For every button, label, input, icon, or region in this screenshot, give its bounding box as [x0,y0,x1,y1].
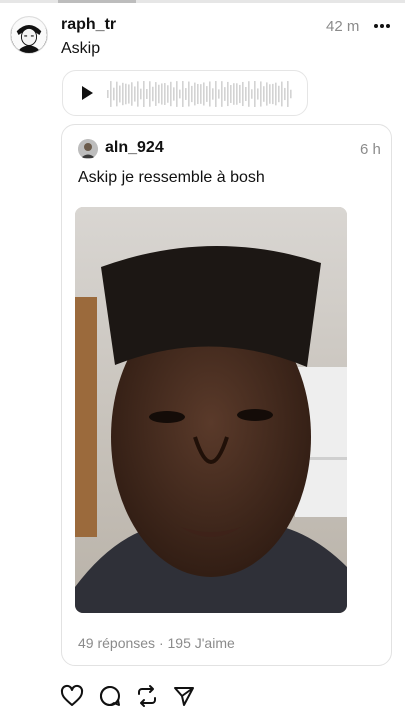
avatar-icon [11,17,47,53]
waveform-bar [230,85,232,103]
quoted-photo[interactable] [75,207,347,613]
waveform-bar [122,82,124,106]
quoted-stats[interactable]: 49 réponses · 195 J'aime [78,635,235,651]
waveform-bar [284,87,286,101]
waveform-bar [173,87,175,101]
audio-player[interactable] [62,70,308,116]
quoted-username[interactable]: aln_924 [105,139,164,157]
waveform-bar [185,88,187,100]
waveform-bar [188,81,190,107]
waveform-bar [272,83,274,105]
waveform-bar [263,86,265,102]
waveform-bar [242,81,244,107]
waveform-bar [287,81,289,107]
waveform-bar [107,90,109,98]
waveform-bar [275,82,277,106]
waveform-bar [182,81,184,107]
waveform-bar [266,82,268,106]
comment-icon[interactable] [98,684,122,708]
waveform-bar [260,81,262,107]
post-text: Askip [61,40,101,57]
send-icon[interactable] [172,684,196,708]
waveform-bar [116,81,118,107]
post-time: 42 m [326,18,360,35]
waveform-bar [257,88,259,100]
waveform-bar [128,84,130,104]
waveform-bar [119,85,121,103]
waveform-bar [176,81,178,107]
waveform-bar [278,85,280,103]
waveform-bar [236,83,238,105]
play-icon[interactable] [79,85,95,101]
audio-waveform [107,81,292,107]
waveform-bar [206,86,208,102]
waveform-bar [239,84,241,104]
waveform-bar [140,88,142,100]
waveform-bar [200,84,202,104]
waveform-bar [158,84,160,104]
waveform-bar [197,83,199,105]
waveform-bar [209,81,211,107]
waveform-bar [227,81,229,107]
waveform-bar [146,89,148,99]
quoted-avatar[interactable] [78,139,98,159]
waveform-bar [218,89,220,99]
waveform-bar [164,83,166,105]
waveform-bar [149,81,151,107]
waveform-bar [155,82,157,106]
waveform-bar [254,81,256,107]
waveform-bar [161,83,163,105]
avatar[interactable] [10,16,48,54]
waveform-bar [248,81,250,107]
post-actions [60,684,210,710]
quoted-post-card[interactable]: aln_924 6 h Askip je ressemble à bosh 49… [61,124,392,666]
top-divider-accent [58,0,136,3]
waveform-bar [245,87,247,101]
waveform-bar [224,87,226,101]
repost-icon[interactable] [135,684,159,708]
quoted-time: 6 h [360,141,381,158]
waveform-bar [167,85,169,103]
waveform-bar [191,85,193,103]
waveform-bar [233,83,235,105]
quoted-text: Askip je ressemble à bosh [78,169,265,186]
waveform-bar [134,86,136,102]
waveform-bar [290,89,292,99]
waveform-bar [221,81,223,107]
waveform-bar [152,86,154,102]
more-options-icon[interactable] [372,16,392,36]
heart-icon[interactable] [60,684,84,708]
waveform-bar [269,84,271,104]
waveform-bar [113,87,115,101]
waveform-bar [212,88,214,100]
waveform-bar [251,89,253,99]
post-username[interactable]: raph_tr [61,16,116,34]
waveform-bar [131,82,133,106]
waveform-bar [125,83,127,105]
waveform-bar [137,81,139,107]
waveform-bar [194,82,196,106]
waveform-bar [203,82,205,106]
waveform-bar [281,81,283,107]
waveform-bar [110,81,112,107]
waveform-bar [170,81,172,107]
waveform-bar [143,81,145,107]
waveform-bar [215,81,217,107]
waveform-bar [179,89,181,99]
